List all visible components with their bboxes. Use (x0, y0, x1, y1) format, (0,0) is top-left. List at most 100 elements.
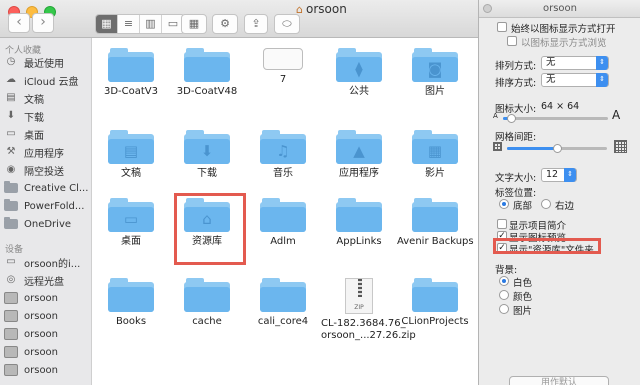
file-grid: 3D-CoatV3 3D-CoatV48 7 ⧫ 公共 ◙ 图片 ▤ 文稿 ⬇ 下载 ♫ 音乐 ▲ 应用程序… (93, 38, 478, 385)
file-item[interactable]: 7 (245, 48, 321, 86)
file-item[interactable]: ▦ 影片 (397, 130, 473, 180)
arrange-by-popup[interactable]: 无 ⇕ (541, 56, 609, 70)
file-item[interactable]: ⧫ 公共 (321, 48, 397, 98)
folder-icon: ⧫ (336, 48, 382, 82)
icon-size-slider[interactable] (503, 114, 608, 123)
icon-view-button[interactable]: ▦ (96, 15, 118, 33)
folder-glyph-icon: ⧫ (355, 60, 363, 78)
sidebar-device-label: orsoon (24, 310, 59, 322)
file-item[interactable]: Books (93, 278, 169, 328)
file-item[interactable]: Adlm (245, 198, 321, 248)
folder-icon: ▲ (336, 130, 382, 164)
sidebar-device-item[interactable]: orsoon (4, 344, 92, 360)
bg-picture-radio[interactable] (499, 304, 509, 314)
file-item[interactable]: ♫ 音乐 (245, 130, 321, 180)
file-item[interactable]: 3D-CoatV48 (169, 48, 245, 98)
icon-size-slider-knob[interactable] (507, 114, 517, 123)
sidebar-device-item[interactable]: orsoon (4, 362, 92, 378)
grid-spacing-slider-knob[interactable] (553, 144, 562, 153)
bg-white-radio[interactable] (499, 276, 509, 286)
sidebar-item[interactable]: PowerFold... (4, 198, 92, 214)
bg-white-text: 白色 (513, 278, 533, 289)
sidebar-device-label: orsoon (24, 328, 59, 340)
sidebar-item-label: 文稿 (24, 94, 44, 106)
file-item[interactable]: ZIP CL-182.3684.76_ orsoon_...27.26.zip (321, 278, 416, 342)
action-button[interactable]: ⚙ (212, 14, 238, 34)
label-bottom-text: 底部 (513, 201, 533, 212)
file-item-label: 7 (279, 74, 287, 85)
clock-icon: ◷ (6, 56, 16, 67)
sidebar-item[interactable]: ◷ 最近使用 (4, 54, 92, 70)
use-as-defaults-button[interactable]: 用作默认 (509, 376, 609, 385)
sidebar-item-label: PowerFold... (24, 200, 85, 212)
file-item-label: cali_core4 (257, 316, 309, 327)
text-size-label: 文字大小: (495, 173, 537, 184)
file-item[interactable]: 3D-CoatV3 (93, 48, 169, 98)
sidebar-item[interactable]: ◉ 隔空投送 (4, 162, 92, 178)
sidebar-device-item[interactable]: orsoon (4, 290, 92, 306)
file-item[interactable]: Avenir Backups (397, 198, 474, 248)
sidebar-item[interactable]: ▭ 桌面 (4, 126, 92, 142)
grid-large-icon (614, 140, 627, 153)
sidebar-device-item[interactable]: ▭ orsoon的i... (4, 254, 92, 270)
forward-button[interactable]: › (32, 13, 54, 33)
sidebar-item[interactable]: ▤ 文稿 (4, 90, 92, 106)
file-item[interactable]: ◙ 图片 (397, 48, 473, 98)
folder-icon (108, 278, 154, 312)
file-item[interactable]: cache (169, 278, 245, 328)
label-bottom-radio[interactable] (499, 199, 509, 209)
back-button[interactable]: ‹ (8, 13, 30, 33)
file-item[interactable]: ▤ 文稿 (93, 130, 169, 180)
tag-button[interactable]: ⬭ (274, 14, 300, 34)
icon-size-value: 64 × 64 (541, 101, 580, 112)
text-size-popup[interactable]: 12 ⇕ (541, 168, 577, 182)
disk-icon (4, 328, 18, 340)
share-button[interactable]: ⇪ (244, 14, 268, 34)
chevron-updown-icon: ⇕ (564, 168, 576, 182)
folder-icon (4, 181, 18, 193)
sidebar-device-item[interactable]: ◎ 远程光盘 (4, 272, 92, 288)
browse-icon-view-checkbox[interactable] (507, 36, 517, 46)
zip-file-icon: ZIP (345, 278, 373, 314)
sidebar-item[interactable]: ⬇ 下载 (4, 108, 92, 124)
file-item[interactable]: ▭ 桌面 (93, 198, 169, 248)
disk-icon (4, 292, 18, 304)
file-item[interactable]: CLionProjects (397, 278, 473, 328)
file-item[interactable]: AppLinks (321, 198, 397, 248)
arrange-button[interactable]: ▦ (181, 14, 207, 34)
sidebar-item[interactable]: OneDrive (4, 216, 92, 232)
file-item[interactable]: cali_core4 (245, 278, 321, 328)
list-view-button[interactable]: ≡ (118, 15, 140, 33)
grid-spacing-slider[interactable] (507, 144, 607, 153)
view-mode-group[interactable]: ▦ ≡ ▥ ▭ (95, 14, 185, 34)
sort-by-popup[interactable]: 无 ⇕ (541, 73, 609, 87)
file-item-label: Avenir Backups (397, 236, 474, 247)
always-open-icon-view-checkbox[interactable] (497, 22, 507, 32)
bg-color-radio[interactable] (499, 290, 509, 300)
file-item[interactable]: ⬇ 下载 (169, 130, 245, 180)
browse-icon-view-label: 以图标显示方式浏览 (521, 38, 607, 49)
icon-size-small-icon: A (493, 112, 498, 120)
label-right-radio[interactable] (541, 199, 551, 209)
folder-icon (184, 278, 230, 312)
sidebar-device-label: orsoon (24, 364, 59, 376)
show-item-info-checkbox[interactable] (497, 219, 507, 229)
panel-close-button[interactable] (483, 4, 492, 13)
sidebar-device-label: orsoon (24, 292, 59, 304)
desktop-icon: ▭ (6, 128, 16, 139)
folder-icon (260, 198, 306, 232)
sidebar-device-item[interactable]: orsoon (4, 308, 92, 324)
sidebar-item[interactable]: ⚒ 应用程序 (4, 144, 92, 160)
cloud-icon: ☁ (6, 74, 16, 85)
sidebar-device-label: 远程光盘 (24, 276, 64, 288)
sidebar-item[interactable]: ☁ iCloud 云盘 (4, 72, 92, 88)
folder-glyph-icon: ▭ (123, 210, 139, 228)
bg-color-text: 颜色 (513, 292, 533, 303)
sidebar-item[interactable]: Creative Cl... (4, 180, 92, 196)
sort-by-label: 排序方式: (495, 78, 537, 89)
view-options-panel: orsoon 始终以图标显示方式打开 以图标显示方式浏览 排列方式: 无 ⇕ 排序… (478, 0, 640, 385)
column-view-button[interactable]: ▥ (140, 15, 162, 33)
sidebar-device-item[interactable]: orsoon (4, 326, 92, 342)
grid-spacing-slider-fill (507, 147, 557, 150)
file-item[interactable]: ▲ 应用程序 (321, 130, 397, 180)
